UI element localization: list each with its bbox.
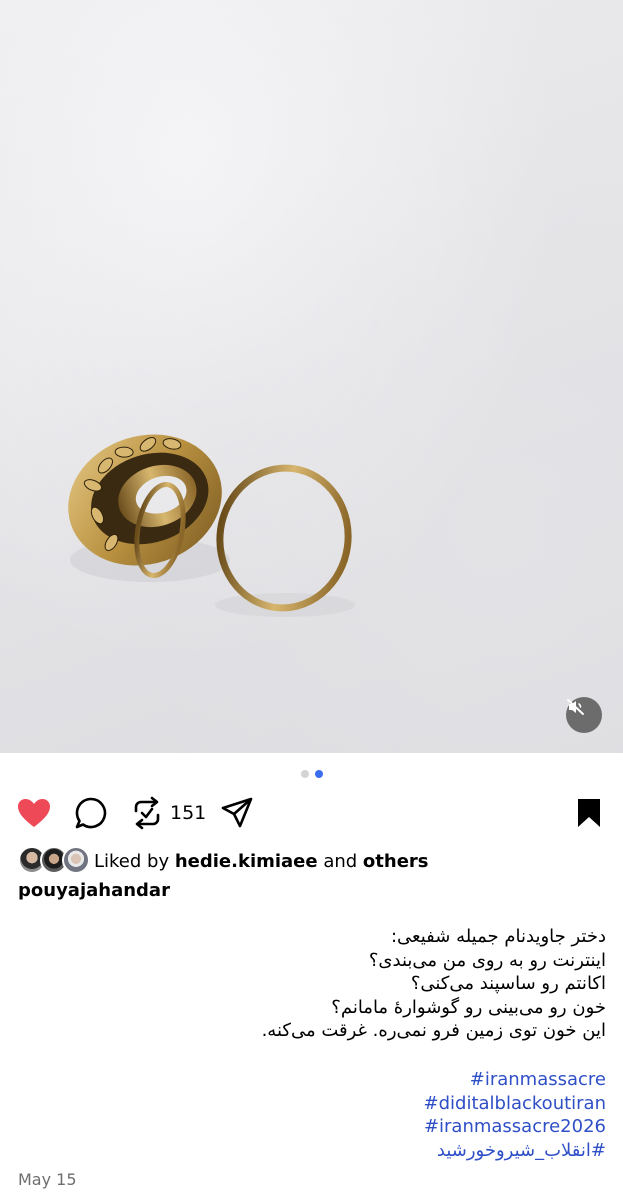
earrings-photo: [68, 434, 355, 617]
avatar: [62, 846, 90, 874]
post-image[interactable]: [0, 0, 623, 753]
hashtag-link[interactable]: #iranmassacre: [16, 1068, 606, 1092]
liked-by-prefix: Liked by: [94, 850, 175, 872]
heart-filled-icon: [18, 799, 50, 827]
mute-button[interactable]: [566, 697, 602, 733]
liker-avatars: [18, 846, 90, 876]
caption-line: این خون توی زمین فرو نمی‌ره. غرقت می‌کنه…: [261, 1020, 606, 1041]
carousel-dot-1: [300, 770, 309, 778]
repost-button[interactable]: 151: [132, 792, 206, 834]
comment-bubble-icon: [75, 797, 107, 829]
liked-by-text: Liked by hedie.kimiaee and others: [94, 851, 429, 872]
carousel-dot-2-active: [314, 770, 323, 778]
post-date: May 15: [18, 1170, 77, 1189]
caption-line: اینترنت رو به روی من می‌بندی؟: [368, 949, 606, 971]
save-button[interactable]: [576, 792, 602, 834]
bookmark-filled-icon: [578, 799, 600, 827]
speaker-muted-icon: [567, 699, 584, 715]
liked-by-others[interactable]: others: [363, 851, 429, 872]
liked-by-row[interactable]: Liked by hedie.kimiaee and others: [18, 846, 429, 876]
hashtags: #iranmassacre #diditalblackoutiran #iran…: [16, 1068, 606, 1162]
like-button[interactable]: [16, 792, 52, 834]
comment-button[interactable]: [74, 792, 108, 834]
share-button[interactable]: [220, 792, 254, 834]
caption-line: اکانتم رو ساسپند می‌کنی؟: [410, 973, 606, 994]
caption-line: دختر جاویدنام جمیله شفیعی:: [390, 926, 606, 947]
repost-icon: [134, 796, 160, 830]
hashtag-link[interactable]: #iranmassacre2026: [16, 1115, 606, 1139]
carousel-indicator: [0, 770, 623, 778]
author-username[interactable]: pouyajahandar: [18, 880, 170, 901]
liked-by-username[interactable]: hedie.kimiaee: [175, 851, 318, 872]
caption: دختر جاویدنام جمیله شفیعی: اینترنت رو به…: [16, 925, 606, 1043]
hashtag-link[interactable]: #diditalblackoutiran: [16, 1092, 606, 1116]
caption-line: خون رو می‌بینی رو گوشوارهٔ مامانم؟: [331, 996, 606, 1018]
liked-by-and: and: [317, 850, 363, 872]
hashtag-link[interactable]: #انقلاب_شیروخورشید: [16, 1139, 606, 1163]
repost-count: 151: [170, 802, 207, 824]
action-bar: 151: [0, 792, 623, 834]
send-icon: [221, 797, 253, 828]
